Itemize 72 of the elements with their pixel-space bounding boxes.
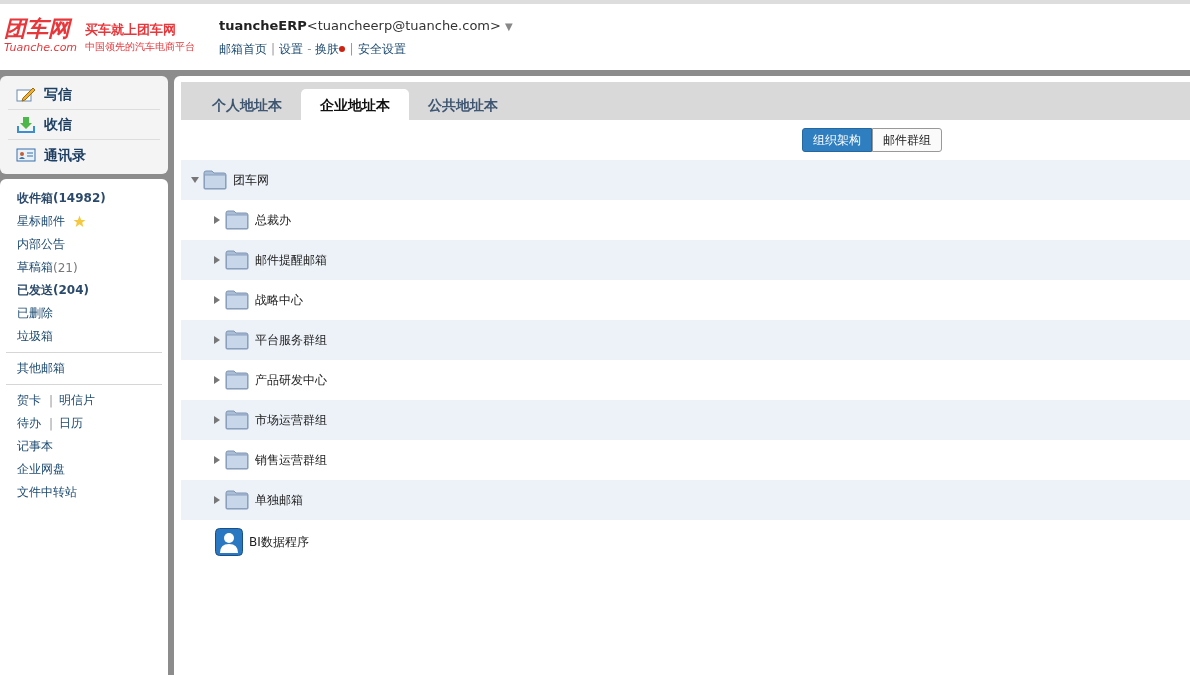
folder-link[interactable]: 内部公告 xyxy=(6,233,65,256)
separator: | xyxy=(349,40,354,58)
folder-icon xyxy=(225,370,249,390)
tool-link[interactable]: 企业网盘 xyxy=(6,458,65,481)
separator: | xyxy=(49,415,54,433)
action-link[interactable]: 通讯录 xyxy=(44,144,86,166)
expand-arrow-icon[interactable] xyxy=(191,176,199,184)
expand-arrow-icon[interactable] xyxy=(213,336,221,344)
separator: | xyxy=(271,40,276,58)
tree-group-label[interactable]: 平台服务群组 xyxy=(255,331,327,349)
contact-label[interactable]: BI数据程序 xyxy=(249,533,309,551)
caret-icon[interactable]: ▼ xyxy=(504,18,513,34)
folder-link[interactable]: 星标邮件 xyxy=(6,210,65,233)
top-link[interactable]: 换肤 xyxy=(315,39,340,58)
folder-icon xyxy=(225,250,249,270)
expand-arrow-icon[interactable] xyxy=(213,296,221,304)
tree-group-label[interactable]: 团车网 xyxy=(233,171,269,189)
tree-group-label[interactable]: 产品研发中心 xyxy=(255,371,327,389)
account-name: tuancheERP xyxy=(219,17,307,36)
separator: - xyxy=(307,40,312,58)
logo-tagline: 中国领先的汽车电商平台 xyxy=(85,40,196,55)
folder-count: (21) xyxy=(53,259,78,277)
contact-avatar-icon xyxy=(215,528,243,556)
download-icon xyxy=(16,115,36,134)
expand-arrow-icon[interactable] xyxy=(213,256,221,264)
folder-link[interactable]: 垃圾箱 xyxy=(6,325,53,348)
tree-group-label[interactable]: 总裁办 xyxy=(255,211,291,229)
folder-link[interactable]: 收件箱(14982) xyxy=(6,187,106,210)
top-link[interactable]: 设置 xyxy=(279,39,304,58)
tree-group-label[interactable]: 销售运营群组 xyxy=(255,451,327,469)
folder-link[interactable]: 已删除 xyxy=(6,302,53,325)
expand-arrow-icon[interactable] xyxy=(213,216,221,224)
contact-card-icon xyxy=(16,147,36,163)
action-link[interactable]: 写信 xyxy=(44,84,72,105)
tree-group-label[interactable]: 市场运营群组 xyxy=(255,411,327,429)
logo-brand: 团车网 xyxy=(4,17,78,40)
tree-group-label[interactable]: 邮件提醒邮箱 xyxy=(255,251,327,269)
folder-icon xyxy=(225,290,249,310)
folder-icon xyxy=(225,490,249,510)
folder-icon xyxy=(225,210,249,230)
logo-slogan: 买车就上团车网 xyxy=(85,20,178,39)
tree-group-label[interactable]: 战略中心 xyxy=(255,291,303,309)
folder-icon xyxy=(225,410,249,430)
tab[interactable]: 企业地址本 xyxy=(301,89,409,120)
tool-link[interactable]: 记事本 xyxy=(6,435,53,458)
tool-link[interactable]: 明信片 xyxy=(53,389,96,412)
view-toggle-button[interactable]: 邮件群组 xyxy=(872,128,942,152)
folder-icon xyxy=(203,170,227,190)
expand-arrow-icon[interactable] xyxy=(213,416,221,424)
top-link[interactable]: 安全设置 xyxy=(357,39,406,58)
tree-group-label[interactable]: 单独邮箱 xyxy=(255,491,303,509)
view-toggle-button[interactable]: 组织架构 xyxy=(802,128,872,152)
pencil-icon xyxy=(16,86,36,103)
action-link[interactable]: 收信 xyxy=(44,114,72,135)
folder-icon xyxy=(225,330,249,350)
tab[interactable]: 个人地址本 xyxy=(193,82,301,120)
tool-link[interactable]: 日历 xyxy=(53,412,84,435)
folder-link[interactable]: 草稿箱 xyxy=(6,256,53,279)
expand-arrow-icon[interactable] xyxy=(213,496,221,504)
tool-link[interactable]: 待办 xyxy=(6,412,41,435)
tool-link[interactable]: 文件中转站 xyxy=(6,481,77,504)
tab[interactable]: 公共地址本 xyxy=(409,82,517,120)
tool-link[interactable]: 贺卡 xyxy=(6,389,41,412)
folder-icon xyxy=(225,450,249,470)
logo-domain: Tuanche.com xyxy=(4,40,78,56)
expand-arrow-icon[interactable] xyxy=(213,376,221,384)
expand-arrow-icon[interactable] xyxy=(213,456,221,464)
account-email: <tuancheerp@tuanche.com> xyxy=(306,17,501,36)
top-link[interactable]: 邮箱首页 xyxy=(219,39,268,58)
folder-link[interactable]: 其他邮箱 xyxy=(6,357,162,380)
separator: | xyxy=(49,392,54,410)
folder-link[interactable]: 已发送(204) xyxy=(6,279,90,302)
